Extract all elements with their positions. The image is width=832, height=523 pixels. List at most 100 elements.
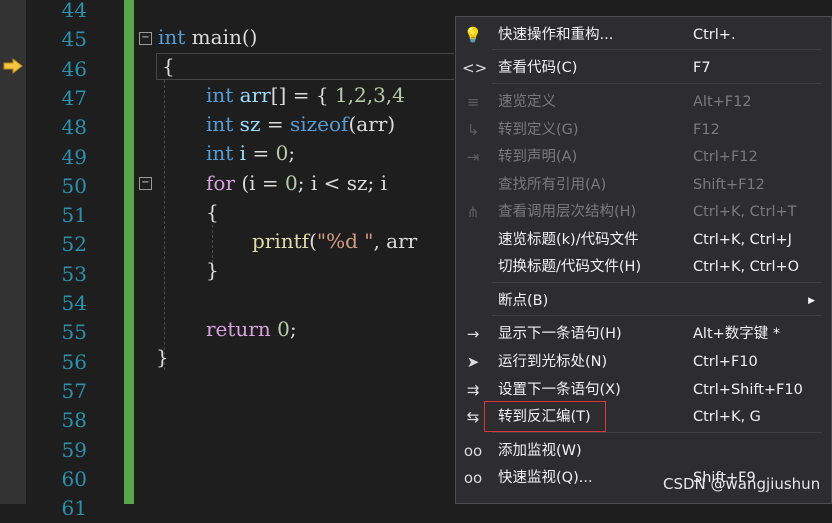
collapse-toggle[interactable]: − <box>139 177 152 190</box>
code-line-51: { <box>206 200 219 224</box>
menu-item-shortcut: Ctrl+F12 <box>693 149 758 165</box>
line-number: 60 <box>61 466 87 491</box>
menu-item[interactable]: <> 查看代码(C) F7 <box>456 55 831 82</box>
peek-definition-icon: ≡ <box>466 93 480 111</box>
menu-item-label: 断点(B) <box>498 293 549 309</box>
menu-item-label: 快速操作和重构... <box>498 27 614 43</box>
menu-item-label: 快速监视(Q)... <box>498 470 593 486</box>
menu-item-label: 转到定义(G) <box>498 122 579 138</box>
line-number: 55 <box>61 320 87 345</box>
menu-item[interactable]: oo 添加监视(W) <box>456 438 831 465</box>
line-number: 49 <box>61 144 87 169</box>
line-number: 54 <box>61 291 87 315</box>
indicator-margin[interactable] <box>0 0 26 504</box>
menu-item: ⋔ 查看调用层次结构(H) Ctrl+K, Ctrl+T <box>456 199 831 226</box>
menu-item-label: 查看调用层次结构(H) <box>498 204 637 220</box>
code-line-49: int i = 0; <box>206 141 296 165</box>
menu-item: 查找所有引用(A) Shift+F12 <box>456 172 831 199</box>
menu-item-label: 查找所有引用(A) <box>498 177 607 193</box>
menu-item-shortcut: F12 <box>693 122 720 138</box>
current-statement-arrow-icon <box>3 58 23 74</box>
menu-item-shortcut: Ctrl+K, G <box>693 409 761 425</box>
code-line-50: for (i = 0; i < sz; i <box>206 171 388 195</box>
menu-item-shortcut: Ctrl+K, Ctrl+J <box>693 232 792 248</box>
code-line-46: { <box>162 54 175 78</box>
menu-item-shortcut: Alt+数字键 * <box>693 326 781 342</box>
call-hierarchy-icon: ⋔ <box>466 203 480 221</box>
code-line-48: int sz = sizeof(arr) <box>206 112 396 136</box>
menu-separator <box>492 83 822 84</box>
menu-item[interactable]: ⇆ 转到反汇编(T) Ctrl+K, G <box>456 401 831 432</box>
menu-item-shortcut: Ctrl+K, Ctrl+O <box>693 259 800 275</box>
current-line-highlight <box>156 53 454 80</box>
code-line-45: int main() <box>158 25 258 49</box>
menu-item[interactable]: 断点(B) ▶ <box>456 288 831 315</box>
line-number: 44 <box>61 0 87 22</box>
collapse-toggle[interactable]: − <box>139 32 152 45</box>
line-number: 56 <box>61 349 87 374</box>
menu-item: ≡ 速览定义 Alt+F12 <box>456 89 831 116</box>
menu-item-label: 速览标题(k)/代码文件 <box>498 232 639 248</box>
code-line-53: } <box>206 258 219 282</box>
line-number: 47 <box>61 85 87 110</box>
line-number: 48 <box>61 115 87 140</box>
menu-item-label: 切换标题/代码文件(H) <box>498 259 642 275</box>
menu-item-label: 查看代码(C) <box>498 60 578 76</box>
menu-item-shortcut: Shift+F12 <box>693 177 765 193</box>
context-menu[interactable]: 💡 快速操作和重构... Ctrl+. <> 查看代码(C) F7 ≡ 速览定义 Alt+F12… <box>455 16 832 504</box>
menu-item-label: 设置下一条语句(X) <box>498 382 621 398</box>
menu-item[interactable]: → 显示下一条语句(H) Alt+数字键 * <box>456 321 831 348</box>
line-number: 45 <box>61 27 87 52</box>
add-watch-icon: oo <box>463 442 483 460</box>
menu-item[interactable]: ➤ 运行到光标处(N) Ctrl+F10 <box>456 349 831 376</box>
go-to-declaration-icon: ⇥ <box>466 148 480 166</box>
menu-item-label: 转到声明(A) <box>498 149 578 165</box>
menu-item-label: 运行到光标处(N) <box>498 354 608 370</box>
menu-item-shortcut: Ctrl+F10 <box>693 354 758 370</box>
submenu-arrow-icon: ▶ <box>808 296 815 306</box>
line-number: 50 <box>61 173 87 198</box>
lightbulb-icon: 💡 <box>463 26 483 44</box>
menu-item-shortcut: Ctrl+Shift+F10 <box>693 382 803 398</box>
menu-item-shortcut: F7 <box>693 60 711 76</box>
menu-item-shortcut: Ctrl+. <box>693 27 736 43</box>
quick-watch-icon: oo <box>463 469 483 487</box>
code-editor[interactable]: − − int main() { int arr[] = { 1,2,3,4 i… <box>134 0 454 504</box>
go-to-disassembly-icon: ⇆ <box>466 408 480 426</box>
menu-separator <box>492 315 822 316</box>
line-number: 53 <box>61 261 87 286</box>
line-number: 59 <box>61 437 87 462</box>
menu-item-label: 添加监视(W) <box>498 443 582 459</box>
code-line-47: int arr[] = { 1,2,3,4 <box>206 83 405 107</box>
line-number: 46 <box>61 56 87 81</box>
code-line-55: return 0; <box>206 317 297 341</box>
watermark: CSDN @wangjiushun <box>663 475 821 493</box>
go-to-definition-icon: ↳ <box>466 121 480 139</box>
menu-separator <box>492 282 822 283</box>
menu-item[interactable]: 切换标题/代码文件(H) Ctrl+K, Ctrl+O <box>456 254 831 281</box>
line-number: 61 <box>61 496 87 521</box>
menu-item-shortcut: Alt+F12 <box>693 94 752 110</box>
menu-item-label: 速览定义 <box>498 94 556 110</box>
line-number: 52 <box>61 232 87 257</box>
menu-separator <box>492 49 822 50</box>
line-number-margin: 44 45 46 47 48 49 50 51 52 53 54 55 56 57 58 59 60 61 <box>26 0 124 520</box>
menu-item: ↳ 转到定义(G) F12 <box>456 117 831 144</box>
menu-item-shortcut: Ctrl+K, Ctrl+T <box>693 204 797 220</box>
menu-item-label: 显示下一条语句(H) <box>498 326 622 342</box>
code-line-52: printf("%d ", arr <box>252 229 418 253</box>
code-line-56: } <box>156 345 169 369</box>
run-to-cursor-icon: ➤ <box>466 353 480 371</box>
show-next-statement-icon: → <box>466 325 480 343</box>
line-number: 51 <box>61 203 87 228</box>
menu-item[interactable]: ⇉ 设置下一条语句(X) Ctrl+Shift+F10 <box>456 377 831 404</box>
line-number: 58 <box>61 408 87 433</box>
highlight-box <box>484 401 606 432</box>
indent-guide <box>164 80 165 370</box>
set-next-statement-icon: ⇉ <box>466 381 480 399</box>
menu-item: ⇥ 转到声明(A) Ctrl+F12 <box>456 144 831 171</box>
menu-separator <box>492 432 822 433</box>
menu-item[interactable]: 速览标题(k)/代码文件 Ctrl+K, Ctrl+J <box>456 227 831 254</box>
line-number: 57 <box>61 378 87 403</box>
menu-item[interactable]: 💡 快速操作和重构... Ctrl+. <box>456 22 831 49</box>
